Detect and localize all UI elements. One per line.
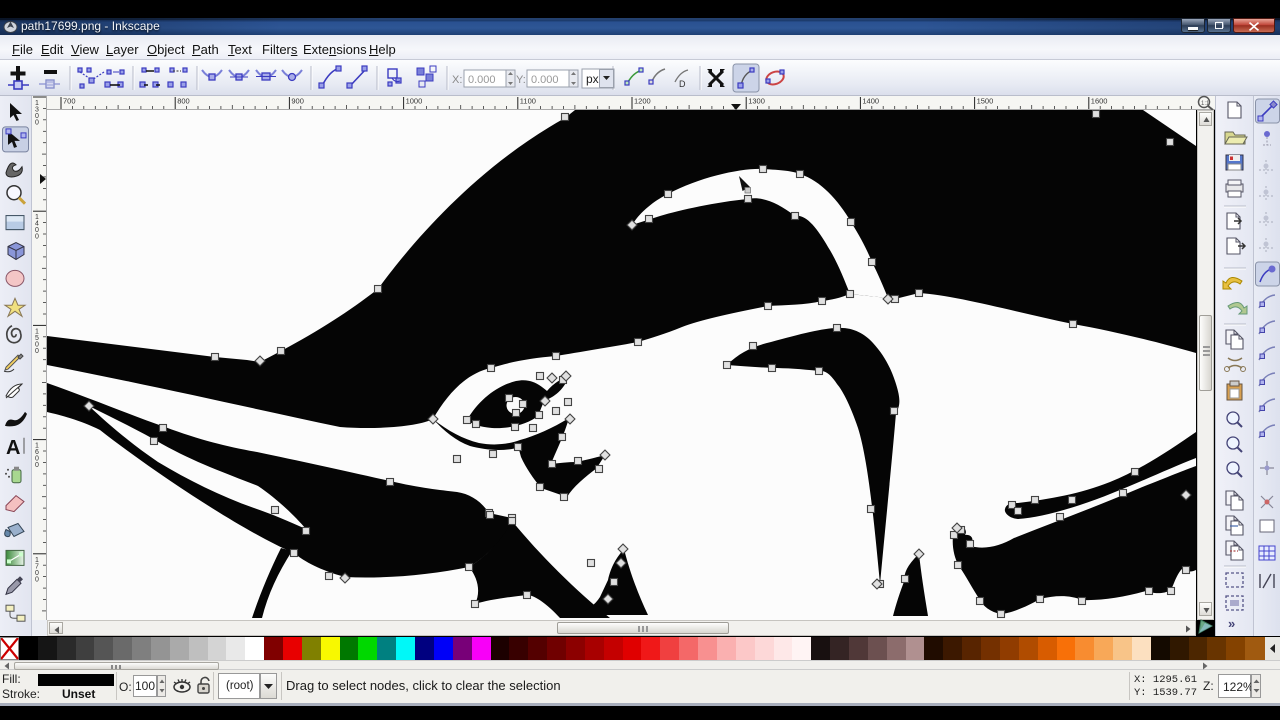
svg-text:1:1: 1:1 xyxy=(1201,101,1210,107)
svg-text:0: 0 xyxy=(35,120,39,127)
svg-text:1100: 1100 xyxy=(520,97,536,106)
svg-text:X:: X: xyxy=(452,74,462,86)
svg-text:px: px xyxy=(586,72,599,86)
svg-text:700: 700 xyxy=(63,97,76,106)
svg-text:1000: 1000 xyxy=(406,97,423,106)
svg-text:0.000: 0.000 xyxy=(531,74,559,86)
svg-text:D: D xyxy=(679,79,686,89)
svg-text:1400: 1400 xyxy=(862,97,879,106)
svg-text:1500: 1500 xyxy=(977,97,994,106)
svg-text:800: 800 xyxy=(177,97,190,106)
svg-text:0.000: 0.000 xyxy=(468,74,496,86)
svg-text:0: 0 xyxy=(35,576,39,583)
svg-text:0: 0 xyxy=(35,234,39,241)
svg-text:900: 900 xyxy=(291,97,304,106)
svg-text:1300: 1300 xyxy=(748,97,765,106)
svg-text:1600: 1600 xyxy=(1091,97,1108,106)
svg-text:»: » xyxy=(1228,616,1235,631)
svg-text:Y:: Y: xyxy=(516,74,526,86)
svg-text:1200: 1200 xyxy=(634,97,651,106)
svg-text:0: 0 xyxy=(35,348,39,355)
svg-text:0: 0 xyxy=(35,462,39,469)
svg-text:A: A xyxy=(6,437,20,459)
